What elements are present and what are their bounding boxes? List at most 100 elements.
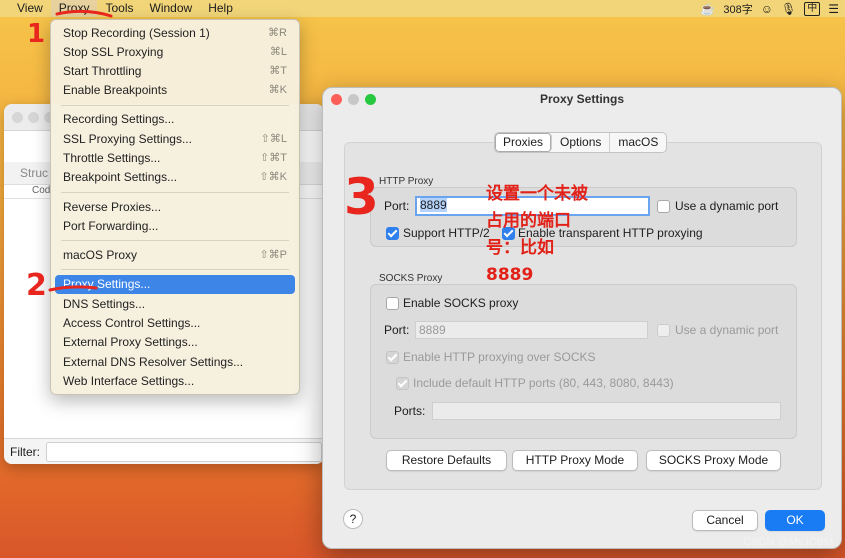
socks-dynamic-port-label: Use a dynamic port — [675, 323, 779, 337]
menu-item-recording-settings[interactable]: Recording Settings... — [55, 110, 295, 129]
column-code[interactable]: Cod — [32, 185, 50, 196]
menu-item-label: Web Interface Settings... — [63, 374, 195, 388]
word-count-status[interactable]: 308字 — [723, 1, 752, 17]
menu-item-access-control-settings[interactable]: Access Control Settings... — [55, 314, 295, 333]
menu-item-label: macOS Proxy — [63, 248, 138, 262]
socks-port-label: Port: — [384, 323, 410, 337]
menu-item-stop-recording[interactable]: Stop Recording (Session 1) ⌘R — [55, 24, 295, 43]
http-dynamic-port-label: Use a dynamic port — [675, 199, 779, 213]
shortcut-label: ⇧⌘P — [259, 249, 287, 261]
menu-item-throttle-settings[interactable]: Throttle Settings... ⇧⌘T — [55, 149, 295, 168]
menu-item-start-throttling[interactable]: Start Throttling ⌘T — [55, 62, 295, 81]
minimize-icon[interactable] — [28, 112, 39, 123]
proxy-settings-dialog: Proxy Settings Proxies Options macOS HTT… — [322, 87, 842, 549]
menu-item-external-dns-resolver-settings[interactable]: External DNS Resolver Settings... — [55, 353, 295, 372]
watermark: CSDN @My.ICBM — [743, 536, 833, 548]
filter-bar: Filter: — [4, 438, 324, 464]
shortcut-label: ⇧⌘T — [260, 152, 287, 164]
annotation-underline-icon — [55, 9, 113, 18]
input-method-icon[interactable]: 中 — [804, 1, 821, 16]
proxy-menu: Stop Recording (Session 1) ⌘R Stop SSL Pr… — [50, 19, 300, 395]
close-icon[interactable] — [12, 112, 23, 123]
menu-item-reverse-proxies[interactable]: Reverse Proxies... — [55, 198, 295, 217]
menu-item-label: Stop SSL Proxying — [63, 45, 164, 59]
cancel-button[interactable]: Cancel — [692, 510, 758, 531]
http-dynamic-port-checkbox[interactable] — [657, 200, 670, 213]
menu-item-label: SSL Proxying Settings... — [63, 132, 192, 146]
menu-item-enable-breakpoints[interactable]: Enable Breakpoints ⌘K — [55, 81, 295, 100]
dialog-title: Proxy Settings — [539, 92, 625, 106]
http2-checkbox[interactable] — [386, 227, 399, 240]
menu-item-label: DNS Settings... — [63, 297, 146, 311]
socks-ports-input[interactable] — [432, 402, 781, 420]
shortcut-label: ⌘T — [269, 65, 287, 77]
menu-separator — [61, 192, 289, 193]
tab-structure[interactable]: Struc — [20, 166, 48, 180]
menu-item-label: External Proxy Settings... — [63, 335, 198, 349]
annotation-note-line: 占用的端口 — [486, 211, 571, 231]
http-port-value: 8889 — [420, 198, 447, 212]
socks-enable-checkbox[interactable] — [386, 297, 399, 310]
default-http-ports-label: Include default HTTP ports (80, 443, 808… — [413, 376, 674, 390]
tab-options[interactable]: Options — [552, 133, 611, 152]
http2-label: Support HTTP/2 — [403, 226, 490, 240]
menu-item-label: Port Forwarding... — [63, 219, 159, 233]
annotation-underline-icon — [48, 285, 98, 292]
menu-separator — [61, 269, 289, 270]
shortcut-label: ⌘R — [268, 27, 287, 39]
menu-item-dns-settings[interactable]: DNS Settings... — [55, 295, 295, 314]
menu-window[interactable]: Window — [142, 0, 201, 17]
menu-item-label: Breakpoint Settings... — [63, 170, 178, 184]
menu-item-label: Recording Settings... — [63, 112, 175, 126]
menu-help[interactable]: Help — [200, 0, 241, 17]
socks-proxy-mode-button[interactable]: SOCKS Proxy Mode — [646, 450, 781, 471]
shortcut-label: ⌘L — [269, 46, 287, 58]
annotation-note-line: 设置一个未被 — [486, 184, 588, 204]
restore-defaults-button[interactable]: Restore Defaults — [386, 450, 507, 471]
menu-bar: View Proxy Tools Window Help ☕ 308字 ☺ 🎙 … — [0, 0, 845, 17]
menu-item-label: External DNS Resolver Settings... — [63, 355, 244, 369]
tab-proxies[interactable]: Proxies — [495, 133, 553, 152]
annotation-note: 设置一个未被 占用的端口 号：比如 8889 — [486, 181, 588, 289]
http-proxy-mode-button[interactable]: HTTP Proxy Mode — [512, 450, 638, 471]
help-button[interactable]: ? — [343, 509, 363, 529]
charles-status-icon[interactable]: ☕ — [700, 2, 715, 16]
menu-item-web-interface-settings[interactable]: Web Interface Settings... — [55, 372, 295, 391]
filter-input[interactable] — [46, 442, 322, 462]
annotation-step-1: 1 — [27, 19, 46, 49]
ok-button[interactable]: OK — [765, 510, 825, 531]
menu-item-stop-ssl-proxying[interactable]: Stop SSL Proxying ⌘L — [55, 43, 295, 62]
smiley-icon[interactable]: ☺ — [761, 2, 773, 16]
http-proxy-section-label: HTTP Proxy — [379, 176, 434, 187]
default-http-ports-checkbox[interactable] — [396, 377, 409, 390]
http-over-socks-checkbox[interactable] — [386, 351, 399, 364]
socks-ports-label: Ports: — [394, 404, 426, 418]
menu-item-label: Enable Breakpoints — [63, 83, 168, 97]
menu-item-external-proxy-settings[interactable]: External Proxy Settings... — [55, 333, 295, 352]
menu-view[interactable]: View — [9, 0, 51, 17]
socks-enable-label: Enable SOCKS proxy — [403, 296, 519, 310]
annotation-step-3: 3 — [344, 168, 379, 226]
menu-item-label: Stop Recording (Session 1) — [63, 26, 210, 40]
menu-item-port-forwarding[interactable]: Port Forwarding... — [55, 217, 295, 236]
menu-item-ssl-proxying-settings[interactable]: SSL Proxying Settings... ⇧⌘L — [55, 130, 295, 149]
control-center-icon[interactable]: ☰ — [828, 2, 839, 16]
menu-item-macos-proxy[interactable]: macOS Proxy ⇧⌘P — [55, 246, 295, 265]
http-over-socks-label: Enable HTTP proxying over SOCKS — [403, 350, 596, 364]
microphone-icon[interactable]: 🎙 — [781, 2, 796, 16]
http-port-label: Port: — [384, 199, 410, 213]
shortcut-label: ⇧⌘L — [260, 133, 287, 145]
socks-port-input[interactable]: 8889 — [415, 321, 648, 339]
menu-item-label: Throttle Settings... — [63, 151, 161, 165]
menu-item-label: Access Control Settings... — [63, 316, 201, 330]
socks-dynamic-port-checkbox[interactable] — [657, 324, 670, 337]
menu-separator — [61, 240, 289, 241]
menu-item-label: Reverse Proxies... — [63, 200, 162, 214]
menu-item-breakpoint-settings[interactable]: Breakpoint Settings... ⇧⌘K — [55, 168, 295, 187]
annotation-note-line: 号：比如 — [486, 238, 554, 258]
filter-label: Filter: — [10, 445, 40, 459]
settings-tabs: Proxies Options macOS — [494, 132, 668, 153]
annotation-step-2: 2 — [26, 268, 47, 303]
shortcut-label: ⌘K — [268, 84, 287, 96]
tab-macos[interactable]: macOS — [610, 133, 666, 152]
